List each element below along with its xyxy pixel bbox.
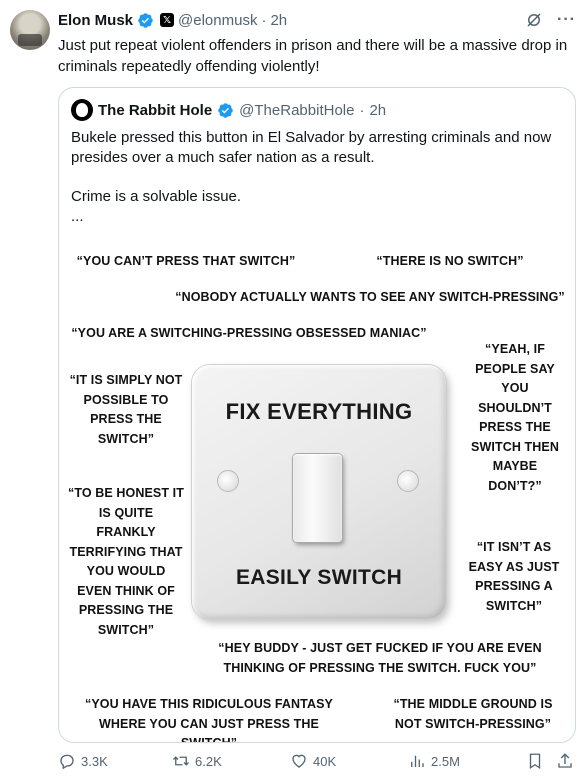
repost-count: 6.2K	[195, 753, 222, 769]
heart-icon	[292, 754, 306, 768]
like-count: 40K	[313, 753, 337, 769]
screw-icon	[217, 470, 239, 492]
tweet-header: Elon Musk 𝕏 @elonmusk · 2h ···	[58, 10, 576, 30]
meme-caption: “HEY BUDDY - JUST GET FUCKED IF YOU ARE …	[218, 641, 542, 675]
meme-caption: “THE MIDDLE GROUND IS NOT SWITCH-PRESSIN…	[393, 697, 553, 731]
meme-caption: “TO BE HONEST IT IS QUITE FRANKLY TERRIF…	[68, 486, 184, 637]
meme-caption: “NOBODY ACTUALLY WANTS TO SEE ANY SWITCH…	[175, 290, 565, 304]
quote-text: Bukele pressed this button in El Salvado…	[71, 128, 561, 246]
tweet-time[interactable]: 2h	[270, 12, 287, 29]
views-count: 2.5M	[431, 753, 460, 769]
meme-caption: “THERE IS NO SWITCH”	[376, 254, 524, 268]
verified-badge-icon	[218, 102, 233, 118]
author-avatar[interactable]	[10, 10, 50, 50]
quote-paragraph-2: Crime is a solvable issue.	[71, 188, 242, 205]
grok-icon[interactable]	[525, 11, 543, 29]
tweet-actions: 3.3K 6.2K 40K 2.5M	[58, 750, 576, 772]
bookmark-icon	[529, 753, 541, 770]
quoted-tweet[interactable]: The Rabbit Hole @TheRabbitHole · 2h Buke…	[58, 87, 576, 743]
views-button[interactable]: 2.5M	[408, 750, 460, 772]
author-name[interactable]: Elon Musk	[58, 12, 133, 29]
screw-icon	[397, 470, 419, 492]
quote-separator: ·	[359, 101, 365, 119]
share-button[interactable]	[556, 750, 574, 772]
quote-paragraph-1: Bukele pressed this button in El Salvado…	[71, 129, 552, 166]
like-button[interactable]: 40K	[290, 750, 336, 772]
meme-caption: “IT ISN’T AS EASY AS JUST PRESSING A SWI…	[468, 540, 560, 613]
quote-author-handle: @TheRabbitHole	[239, 101, 355, 119]
light-switch-plate: FIX EVERYTHING EASILY SWITCH	[192, 365, 446, 619]
meme-caption: “YOU ARE A SWITCHING-PRESSING OBSESSED M…	[71, 326, 427, 340]
switch-label-top: FIX EVERYTHING	[225, 399, 413, 424]
quote-time: 2h	[369, 101, 387, 119]
reply-button[interactable]: 3.3K	[58, 750, 108, 772]
author-handle[interactable]: @elonmusk	[178, 12, 257, 29]
header-actions: ···	[525, 11, 576, 29]
reply-icon	[60, 754, 74, 770]
verified-badge-icon	[138, 12, 153, 28]
views-icon	[411, 755, 424, 767]
bookmark-button[interactable]	[526, 750, 544, 772]
meme-caption: “YEAH, IF PEOPLE SAY YOU SHOULDN’T PRESS…	[471, 342, 559, 493]
switch-label-bottom: EASILY SWITCH	[235, 566, 403, 589]
switch-rocker	[293, 454, 342, 542]
repost-button[interactable]: 6.2K	[172, 750, 222, 772]
meme-image[interactable]: “YOU CAN’T PRESS THAT SWITCH” “THERE IS …	[60, 238, 574, 743]
meme-caption: “YOU CAN’T PRESS THAT SWITCH”	[76, 254, 296, 268]
quote-header: The Rabbit Hole @TheRabbitHole · 2h	[71, 99, 387, 121]
quote-author-name: The Rabbit Hole	[98, 101, 213, 119]
share-icon	[558, 753, 572, 768]
meme-caption: “IT IS SIMPLY NOT POSSIBLE TO PRESS THE …	[69, 373, 183, 446]
quote-ellipsis: ...	[71, 208, 84, 225]
x-affiliate-icon: 𝕏	[160, 13, 175, 27]
meme-caption: “YOU HAVE THIS RIDICULOUS FANTASY WHERE …	[85, 697, 333, 743]
repost-icon	[173, 756, 189, 766]
more-options-icon[interactable]: ···	[557, 11, 576, 29]
header-separator: ·	[261, 11, 267, 29]
tweet-text: Just put repeat violent offenders in pri…	[58, 37, 568, 75]
reply-count: 3.3K	[81, 753, 108, 769]
quote-author-avatar	[71, 99, 93, 121]
